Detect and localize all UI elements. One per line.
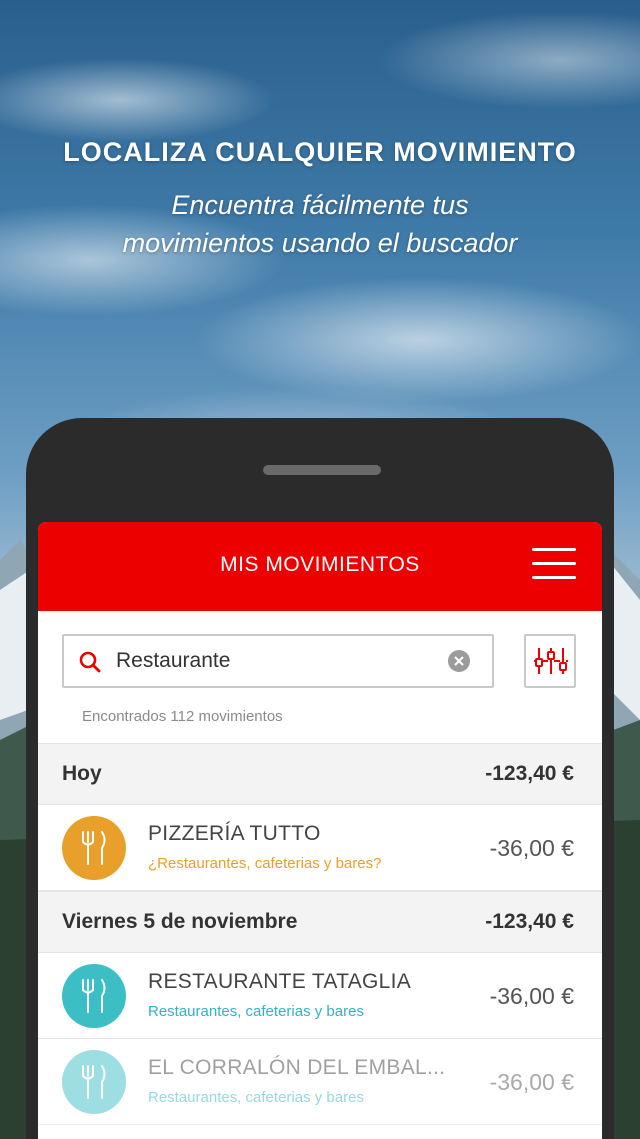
movement-row[interactable]: EL CORRALÓN DEL EMBAL... Restaurantes, c…	[38, 1039, 602, 1125]
movement-amount: -36,00 €	[489, 983, 574, 1009]
fork-knife-icon	[82, 1065, 106, 1099]
hero-title: LOCALIZA CUALQUIER MOVIMIENTO	[63, 137, 577, 167]
movement-amount: -36,00 €	[489, 1069, 574, 1095]
group-date-label: Viernes 5 de noviembre	[62, 910, 298, 933]
group-total-amount: -123,40 €	[485, 910, 574, 933]
app-bar: MIS MOVIMIENTOS	[38, 522, 602, 611]
phone-speaker	[263, 465, 381, 475]
search-input-value: Restaurante	[116, 649, 231, 672]
search-input[interactable]: Restaurante	[62, 634, 494, 688]
search-icon	[79, 651, 101, 673]
results-count: Encontrados 112 movimientos	[82, 708, 283, 725]
hero-subtitle: Encuentra fácilmente tus movimientos usa…	[80, 186, 560, 262]
movement-amount: -36,00 €	[489, 835, 574, 861]
phone-frame: MIS MOVIMIENTOS Restaurante Encontrados …	[26, 418, 614, 1139]
movement-category: Restaurantes, cafeterias y bares	[148, 1003, 364, 1020]
movement-category[interactable]: ¿Restaurantes, cafeterias y bares?	[148, 855, 381, 872]
category-badge	[62, 816, 126, 880]
movement-name: RESTAURANTE TATAGLIA	[148, 970, 412, 993]
page-title: MIS MOVIMIENTOS	[220, 553, 420, 576]
group-date-label: Hoy	[62, 762, 102, 785]
clear-search-icon[interactable]	[448, 650, 470, 672]
fork-knife-icon	[82, 831, 106, 865]
category-badge	[62, 964, 126, 1028]
category-badge	[62, 1050, 126, 1114]
movement-category: Restaurantes, cafeterias y bares	[148, 1089, 364, 1106]
movement-row[interactable]: RESTAURANTE TATAGLIA Restaurantes, cafet…	[38, 953, 602, 1039]
movement-name: EL CORRALÓN DEL EMBAL...	[148, 1056, 446, 1079]
hamburger-menu-icon[interactable]	[532, 544, 578, 584]
date-group-header: Hoy -123,40 €	[38, 743, 602, 805]
movement-row[interactable]: PIZZERÍA TUTTO ¿Restaurantes, cafeterias…	[38, 805, 602, 891]
fork-knife-icon	[82, 979, 106, 1013]
filter-button[interactable]	[524, 634, 576, 688]
app-screen: MIS MOVIMIENTOS Restaurante Encontrados …	[38, 522, 602, 1139]
group-total-amount: -123,40 €	[485, 762, 574, 785]
hero-subtitle-line2: movimientos usando el buscador	[122, 228, 518, 258]
hero-subtitle-line1: Encuentra fácilmente tus	[171, 190, 469, 220]
movement-name: PIZZERÍA TUTTO	[148, 822, 321, 845]
date-group-header: Viernes 5 de noviembre -123,40 €	[38, 891, 602, 953]
sliders-filter-icon	[534, 648, 568, 674]
